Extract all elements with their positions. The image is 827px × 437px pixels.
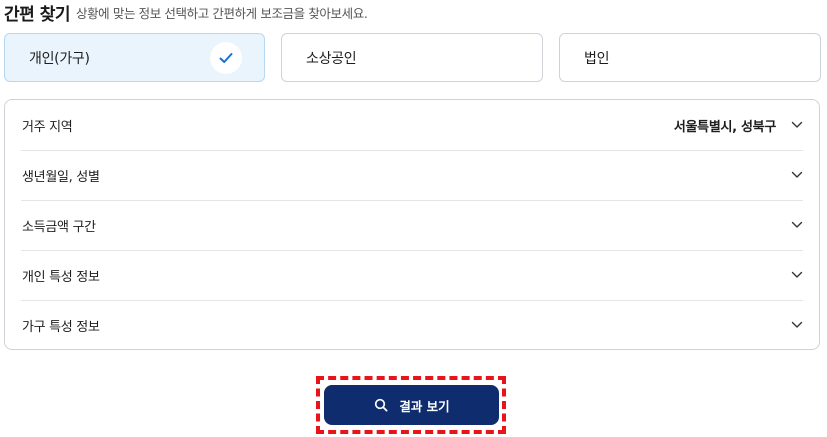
view-results-button[interactable]: 결과 보기 (324, 385, 499, 425)
filter-label: 소득금액 구간 (22, 219, 96, 235)
filter-row-personal-traits[interactable]: 개인 특성 정보 (21, 250, 803, 301)
check-icon (210, 41, 242, 74)
chevron-down-icon (790, 218, 804, 232)
filter-row-household-traits[interactable]: 가구 특성 정보 (21, 300, 803, 350)
search-icon (373, 397, 389, 413)
chevron-down-icon (790, 168, 804, 182)
type-card-label: 법인 (584, 50, 610, 67)
filter-label: 생년월일, 성별 (22, 169, 100, 185)
chevron-down-icon (790, 118, 804, 132)
filter-panel: 거주 지역 서울특별시, 성북구 생년월일, 성별 소득금액 구간 개인 특성 … (4, 99, 820, 350)
view-results-label: 결과 보기 (399, 398, 450, 414)
type-card-corporation[interactable]: 법인 (559, 33, 821, 82)
type-card-individual[interactable]: 개인(가구) (4, 33, 265, 82)
filter-value: 서울특별시, 성북구 (673, 119, 776, 135)
filter-label: 가구 특성 정보 (22, 319, 100, 335)
page-title: 간편 찾기 (4, 4, 70, 25)
chevron-down-icon (790, 318, 804, 332)
type-card-label: 개인(가구) (29, 50, 90, 67)
page-subtitle: 상황에 맞는 정보 선택하고 간편하게 보조금을 찾아보세요. (75, 5, 368, 21)
type-card-label: 소상공인 (306, 50, 357, 67)
filter-row-income[interactable]: 소득금액 구간 (21, 200, 803, 251)
filter-label: 개인 특성 정보 (22, 269, 100, 285)
filter-row-residence[interactable]: 거주 지역 서울특별시, 성북구 (21, 100, 803, 151)
page-header: 간편 찾기 상황에 맞는 정보 선택하고 간편하게 보조금을 찾아보세요. (4, 0, 368, 25)
chevron-down-icon (790, 268, 804, 282)
filter-row-birthdate-gender[interactable]: 생년월일, 성별 (21, 150, 803, 201)
type-card-small-business[interactable]: 소상공인 (281, 33, 543, 82)
filter-label: 거주 지역 (22, 119, 73, 135)
